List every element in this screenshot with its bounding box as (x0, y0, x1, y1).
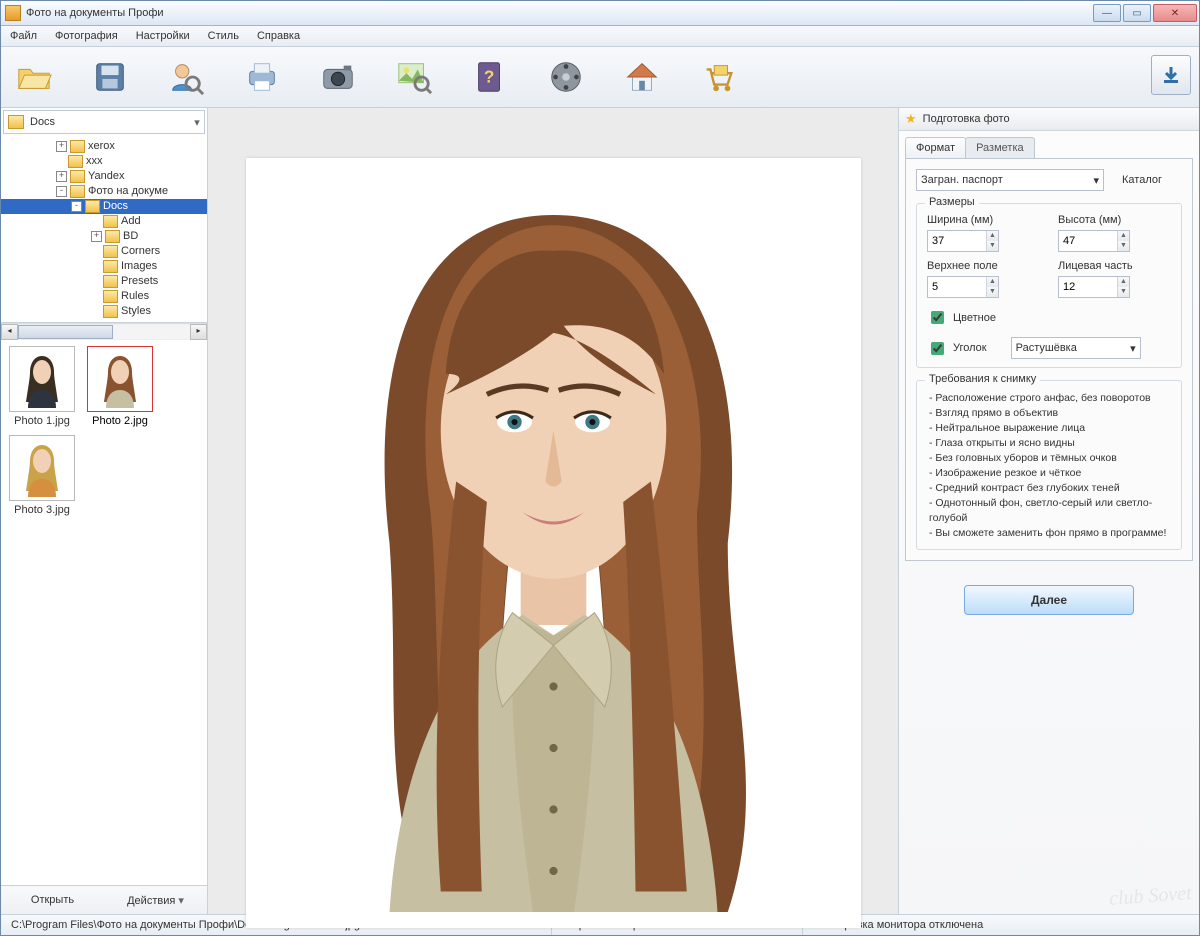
help-button[interactable]: ? (467, 54, 513, 100)
camera-button[interactable] (315, 54, 361, 100)
feather-dropdown[interactable]: Растушёвка ▾ (1011, 337, 1141, 359)
tree-hscrollbar[interactable]: ◂▸ (1, 323, 207, 340)
height-spinner[interactable]: ▲▼ (1058, 230, 1130, 252)
thumbnails-pane: Photo 1.jpgPhoto 2.jpgPhoto 3.jpg (1, 340, 207, 885)
width-spinner[interactable]: ▲▼ (927, 230, 999, 252)
menu-Фотография[interactable]: Фотография (51, 28, 122, 44)
menubar: Файл Фотография Настройки Стиль Справка (1, 26, 1199, 47)
preview-area (208, 108, 898, 914)
thumbnail[interactable]: Photo 3.jpg (7, 435, 77, 516)
thumbnail[interactable]: Photo 2.jpg (85, 346, 155, 427)
panel-title: Подготовка фото (923, 113, 1010, 125)
sizes-group: Размеры Ширина (мм) ▲▼ Высота (мм) ▲▼ Ве… (916, 203, 1182, 368)
thumbnail[interactable]: Photo 1.jpg (7, 346, 77, 427)
user-preview-button[interactable] (163, 54, 209, 100)
right-panel: ★ Подготовка фото Формат Разметка Загран… (898, 108, 1199, 914)
color-checkbox[interactable] (931, 311, 944, 324)
main-photo[interactable] (246, 158, 861, 928)
left-panel: Docs ▾ +xeroxxxx+Yandex-Фото на докуме-D… (1, 108, 208, 914)
chevron-down-icon: ▾ (190, 116, 204, 129)
app-icon (5, 5, 21, 21)
corner-checkbox[interactable] (931, 342, 944, 355)
tree-item[interactable]: Presets (1, 274, 207, 289)
tree-item[interactable]: Corners (1, 244, 207, 259)
menu-Справка[interactable]: Справка (253, 28, 304, 44)
save-button[interactable] (87, 54, 133, 100)
toolbar: ? (1, 47, 1199, 108)
tree-item[interactable]: +xerox (1, 139, 207, 154)
tree-item[interactable]: Images (1, 259, 207, 274)
media-button[interactable] (543, 54, 589, 100)
titlebar: Фото на документы Профи — ▭ ✕ (1, 1, 1199, 26)
next-button[interactable]: Далее (964, 585, 1134, 615)
face-spinner[interactable]: ▲▼ (1058, 276, 1130, 298)
tree-item[interactable]: +BD (1, 229, 207, 244)
menu-Стиль[interactable]: Стиль (204, 28, 243, 44)
path-selector[interactable]: Docs ▾ (3, 110, 205, 134)
tree-item[interactable]: -Docs (1, 199, 207, 214)
preview-zoom-button[interactable] (391, 54, 437, 100)
window-title: Фото на документы Профи (26, 7, 164, 19)
menu-Настройки[interactable]: Настройки (132, 28, 194, 44)
status-calibration: Калибровка монитора отключена (803, 915, 1199, 935)
tree-item[interactable]: Styles (1, 304, 207, 319)
close-button[interactable]: ✕ (1153, 4, 1197, 22)
folder-icon (8, 115, 24, 129)
tree-item[interactable]: xxx (1, 154, 207, 169)
top-margin-spinner[interactable]: ▲▼ (927, 276, 999, 298)
tree-item[interactable]: Add (1, 214, 207, 229)
home-button[interactable] (619, 54, 665, 100)
tree-item[interactable]: +Yandex (1, 169, 207, 184)
star-icon: ★ (905, 111, 917, 127)
actions-dropdown[interactable]: Действия (104, 889, 207, 912)
left-actions: Открыть Действия (1, 885, 207, 914)
open-folder-button[interactable] (11, 54, 57, 100)
print-button[interactable] (239, 54, 285, 100)
format-dropdown[interactable]: Загран. паспорт ▾ (916, 169, 1104, 191)
download-button[interactable] (1151, 55, 1191, 95)
chevron-down-icon: ▾ (1093, 174, 1099, 187)
catalog-link[interactable]: Каталог (1122, 174, 1162, 186)
minimize-button[interactable]: — (1093, 4, 1121, 22)
svg-text:?: ? (484, 68, 494, 87)
tab-markup[interactable]: Разметка (965, 137, 1035, 158)
menu-Файл[interactable]: Файл (6, 28, 41, 44)
maximize-button[interactable]: ▭ (1123, 4, 1151, 22)
shop-button[interactable] (695, 54, 741, 100)
folder-tree[interactable]: +xeroxxxx+Yandex-Фото на докуме-DocsAdd+… (1, 136, 207, 323)
tab-format[interactable]: Формат (905, 137, 966, 158)
tree-item[interactable]: Rules (1, 289, 207, 304)
requirements-group: Требования к снимку Расположение строго … (916, 380, 1182, 550)
open-button[interactable]: Открыть (1, 889, 104, 911)
tree-item[interactable]: -Фото на докуме (1, 184, 207, 199)
chevron-down-icon: ▾ (1130, 342, 1136, 355)
